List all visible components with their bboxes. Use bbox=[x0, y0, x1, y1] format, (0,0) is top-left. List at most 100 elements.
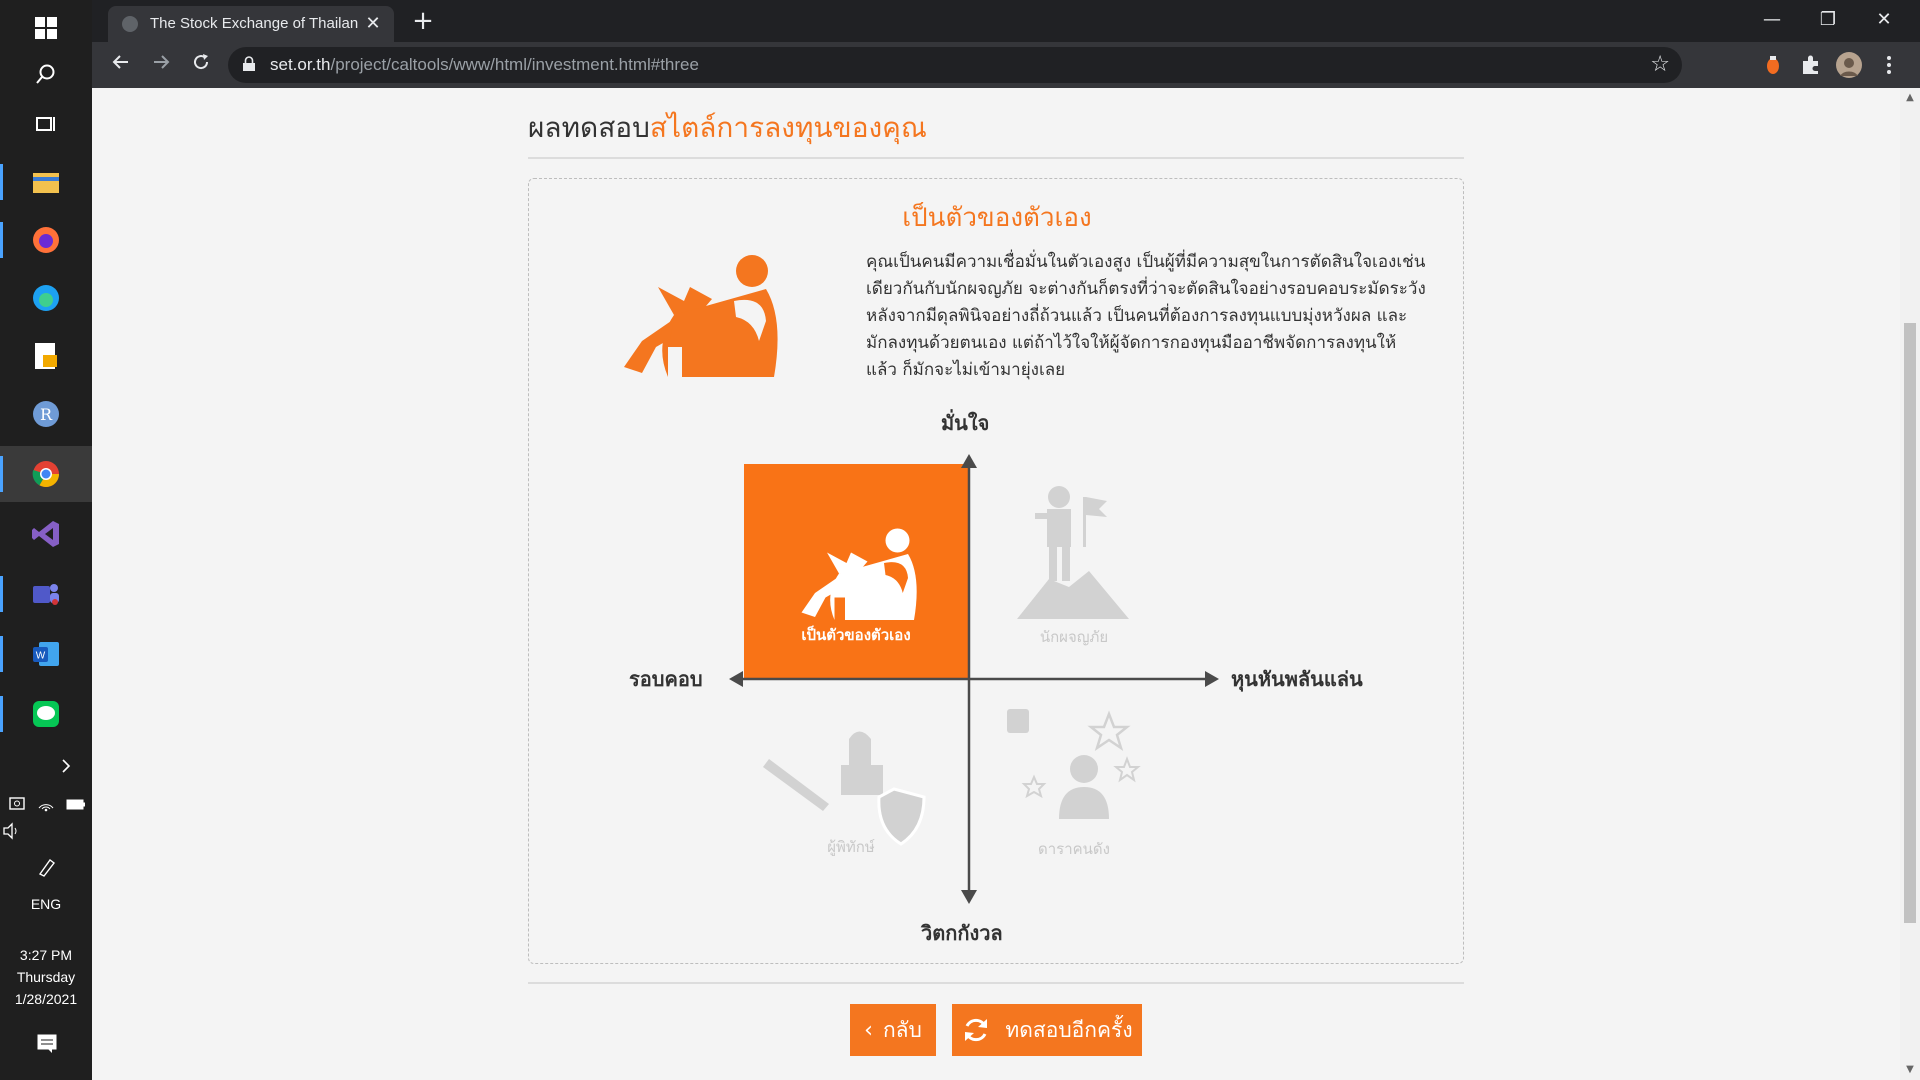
notes-app-button[interactable] bbox=[0, 328, 92, 384]
reload-icon bbox=[194, 54, 209, 70]
language-indicator[interactable]: ENG bbox=[0, 896, 92, 912]
pen-workspace-icon[interactable] bbox=[36, 856, 58, 882]
clock[interactable]: 3:27 PM Thursday 1/28/2021 bbox=[0, 944, 92, 1010]
svg-text:R: R bbox=[40, 405, 53, 424]
retake-test-button[interactable]: ทดสอบอีกครั้ง bbox=[952, 1004, 1142, 1056]
running-indicator bbox=[0, 636, 3, 672]
clock-time: 3:27 PM bbox=[19, 947, 73, 963]
browser-toolbar: set.or.th/project/caltools/www/html/inve… bbox=[92, 42, 1920, 88]
wifi-icon[interactable] bbox=[37, 795, 55, 813]
arrow-left-icon bbox=[112, 55, 128, 69]
page-title: ผลทดสอบสไตล์การลงทุนของคุณ bbox=[528, 106, 927, 150]
running-indicator bbox=[0, 164, 3, 200]
search-button[interactable] bbox=[0, 46, 92, 102]
tab-title: The Stock Exchange of Thailand : bbox=[150, 15, 358, 32]
r-app-button[interactable]: R bbox=[0, 386, 92, 442]
retake-test-label: ทดสอบอีกครั้ง bbox=[1005, 1017, 1133, 1042]
bookmark-star-icon[interactable]: ☆ bbox=[1650, 52, 1670, 77]
folder-icon bbox=[33, 173, 59, 193]
word-icon: W bbox=[33, 642, 59, 666]
adventurer-quadrant-icon bbox=[1017, 486, 1129, 619]
arrow-right-icon bbox=[1205, 671, 1219, 687]
chrome-button[interactable] bbox=[0, 446, 92, 502]
close-window-button[interactable]: ✕ bbox=[1856, 0, 1912, 42]
task-view-icon bbox=[36, 117, 55, 131]
teams-button[interactable] bbox=[0, 566, 92, 622]
windows-logo-icon bbox=[35, 17, 57, 39]
vertical-scrollbar[interactable]: ▲ ▼ bbox=[1900, 88, 1920, 1080]
volume-icon[interactable] bbox=[2, 822, 22, 844]
axis-label-bottom: วิตกกังวล bbox=[921, 921, 1003, 945]
scrollbar-thumb[interactable] bbox=[1904, 323, 1916, 923]
arrow-left-icon bbox=[729, 671, 743, 687]
quadrant-label-independent: เป็นตัวของตัวเอง bbox=[801, 626, 911, 644]
firefox-icon bbox=[33, 227, 59, 253]
minimize-button[interactable]: — bbox=[1744, 0, 1800, 42]
tab-close-icon[interactable]: ✕ bbox=[360, 10, 386, 36]
camera-tray-icon[interactable] bbox=[8, 795, 26, 813]
globe-favicon-icon bbox=[122, 16, 138, 32]
heading-divider bbox=[528, 157, 1464, 159]
r-app-icon: R bbox=[33, 401, 59, 427]
axis-label-right: หุนหันพลันแล่น bbox=[1231, 667, 1363, 691]
line-button[interactable] bbox=[0, 686, 92, 742]
restore-button[interactable]: ❐ bbox=[1800, 0, 1856, 42]
edge-icon bbox=[33, 285, 59, 311]
quadrant-label-adventurer: นักผจญภัย bbox=[1039, 628, 1109, 646]
page-title-prefix: ผลทดสอบ bbox=[528, 111, 650, 144]
visual-studio-button[interactable] bbox=[0, 506, 92, 562]
back-button-label: กลับ bbox=[882, 1017, 922, 1042]
back-nav-button[interactable] bbox=[106, 50, 136, 80]
firefox-button[interactable] bbox=[0, 212, 92, 268]
task-view-button[interactable] bbox=[0, 96, 92, 152]
system-tray bbox=[2, 792, 92, 816]
reload-button[interactable] bbox=[186, 50, 216, 80]
guardian-quadrant-icon bbox=[763, 731, 926, 846]
address-bar[interactable]: set.or.th/project/caltools/www/html/inve… bbox=[228, 47, 1682, 83]
browser-tab-strip: The Stock Exchange of Thailand : ✕ + — ❐… bbox=[92, 0, 1920, 42]
arrow-up-icon bbox=[961, 454, 977, 468]
profile-avatar[interactable] bbox=[1836, 52, 1862, 78]
running-indicator bbox=[0, 576, 3, 612]
svg-text:W: W bbox=[36, 651, 46, 662]
visual-studio-icon bbox=[32, 521, 59, 547]
battery-icon[interactable] bbox=[66, 795, 86, 813]
clock-day: Thursday bbox=[16, 969, 76, 985]
extensions-puzzle-icon[interactable] bbox=[1798, 52, 1824, 78]
edge-button[interactable] bbox=[0, 270, 92, 326]
axis-label-top: มั่นใจ bbox=[941, 411, 990, 435]
scroll-down-arrow-icon[interactable]: ▼ bbox=[1904, 1064, 1916, 1075]
arrow-right-icon bbox=[154, 55, 170, 69]
celebrity-quadrant-icon bbox=[1007, 709, 1141, 819]
chevron-left-icon: ‹ bbox=[864, 1017, 873, 1043]
arrow-down-icon bbox=[961, 890, 977, 904]
extension-honey-icon[interactable] bbox=[1760, 52, 1786, 78]
forward-nav-button[interactable] bbox=[146, 50, 176, 80]
line-icon bbox=[33, 701, 59, 727]
show-hidden-icons-button[interactable] bbox=[0, 746, 92, 786]
search-icon bbox=[36, 64, 55, 84]
page-title-accent: สไตล์การลงทุนของคุณ bbox=[649, 111, 927, 144]
new-tab-button[interactable]: + bbox=[408, 6, 438, 36]
bottom-divider bbox=[528, 982, 1464, 984]
lock-icon bbox=[243, 56, 255, 71]
quadrant-label-guardian: ผู้พิทักษ์ bbox=[827, 838, 875, 856]
refresh-icon bbox=[965, 1018, 988, 1042]
result-panel: เป็นตัวของตัวเอง คุณเป็นคนมีความเชื่อมั่… bbox=[528, 178, 1464, 964]
more-menu-icon[interactable] bbox=[1876, 52, 1902, 78]
scroll-up-arrow-icon[interactable]: ▲ bbox=[1904, 92, 1916, 103]
action-center-icon[interactable] bbox=[36, 1032, 58, 1058]
word-button[interactable]: W bbox=[0, 626, 92, 682]
clock-date: 1/28/2021 bbox=[14, 991, 78, 1007]
document-icon bbox=[35, 343, 57, 369]
back-button[interactable]: ‹ กลับ bbox=[850, 1004, 936, 1056]
browser-tab-active[interactable]: The Stock Exchange of Thailand : ✕ bbox=[108, 6, 394, 42]
file-explorer-button[interactable] bbox=[0, 154, 92, 210]
running-indicator bbox=[0, 696, 3, 732]
chevron-right-icon bbox=[62, 759, 71, 773]
url-text: set.or.th/project/caltools/www/html/inve… bbox=[270, 55, 699, 75]
url-path: /project/caltools/www/html/investment.ht… bbox=[330, 55, 699, 74]
windows-taskbar: R W ENG 3:27 PM Thursday 1/28/2021 bbox=[0, 0, 92, 1080]
teams-icon bbox=[33, 584, 59, 605]
url-host: set.or.th bbox=[270, 55, 331, 74]
